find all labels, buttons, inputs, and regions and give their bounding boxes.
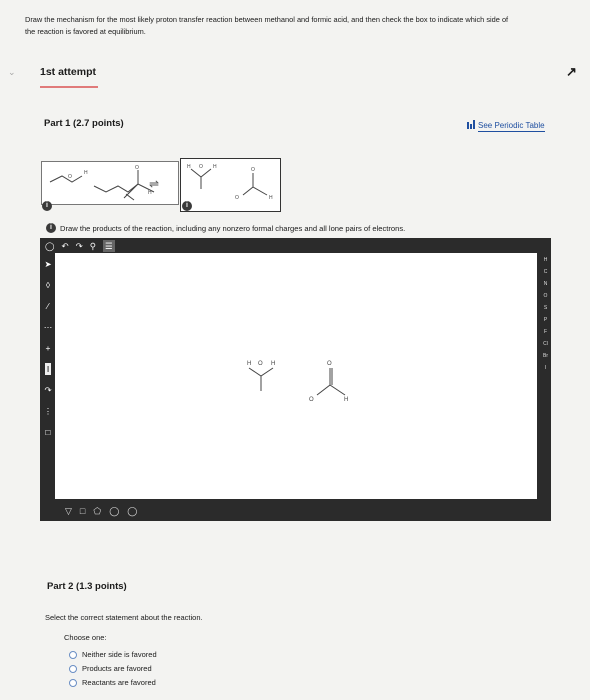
- option-label: Products are favored: [82, 664, 152, 673]
- charge-plus-icon[interactable]: +: [46, 342, 51, 354]
- methanol-h-label-1: H: [247, 361, 251, 367]
- see-periodic-table-link[interactable]: See Periodic Table: [478, 120, 545, 132]
- formate-o-label-2: O: [309, 397, 314, 403]
- option-label: Reactants are favored: [82, 678, 156, 687]
- product-o-label-1: O: [199, 164, 203, 170]
- element-c[interactable]: C: [544, 268, 548, 276]
- products-structure[interactable]: H O H O H O: [180, 158, 281, 212]
- editor-left-toolbar: ➤ ◊ ∕ ⋯ + I ↷ ⋮ □: [42, 258, 54, 438]
- product-o-label-3: O: [251, 167, 255, 173]
- element-p[interactable]: P: [544, 316, 547, 324]
- editor-bottom-toolbar: ▽ □ ⬠ ◯ ◯: [65, 506, 137, 517]
- formate-o-label-1: O: [327, 361, 332, 367]
- attempt-title[interactable]: 1st attempt: [40, 66, 96, 78]
- element-o[interactable]: O: [544, 292, 548, 300]
- info-badge-reactants[interactable]: i: [42, 201, 52, 211]
- periodic-table-icon: [467, 120, 475, 129]
- triangle-icon[interactable]: ▽: [65, 506, 72, 517]
- products-drawing: H O H O H O: [187, 164, 273, 201]
- radio-button[interactable]: [69, 650, 77, 659]
- element-f[interactable]: F: [544, 328, 547, 336]
- attempt-underline: [40, 86, 98, 88]
- choose-one-label: Choose one:: [64, 633, 107, 642]
- part-1-title: Part 1 (2.7 points): [44, 118, 124, 129]
- drawing-instruction: Draw the products of the reaction, inclu…: [60, 224, 406, 233]
- square-icon[interactable]: □: [80, 506, 85, 517]
- curved-arrow-icon[interactable]: ↷: [44, 384, 51, 396]
- collapse-arrow-icon[interactable]: ↗: [566, 64, 577, 80]
- undo-icon[interactable]: ↶: [62, 240, 69, 252]
- editor-top-toolbar: ◯ ↶ ↷ ⚲ ☰: [45, 240, 115, 252]
- methanol-o-label: O: [258, 361, 263, 367]
- product-h-label-1: H: [187, 164, 191, 170]
- product-h-label-3: H: [269, 195, 273, 201]
- element-h[interactable]: H: [544, 256, 548, 264]
- question-prompt-line-2: the reaction is favored at equilibrium.: [25, 27, 146, 36]
- canvas-molecules: H O H O O H: [247, 361, 348, 403]
- pentagon-icon[interactable]: ⬠: [93, 506, 101, 517]
- question-prompt: Draw the mechanism for the most likely p…: [25, 14, 575, 38]
- dash-bond-icon[interactable]: ⋯: [44, 321, 53, 333]
- redo-icon[interactable]: ↷: [76, 240, 83, 252]
- bracket-icon[interactable]: □: [45, 426, 50, 438]
- option-label: Neither side is favored: [82, 650, 157, 659]
- reactant-h-label-1: H: [84, 170, 88, 176]
- option-products[interactable]: Products are favored: [69, 664, 152, 673]
- template-icon[interactable]: ☰: [103, 240, 115, 252]
- option-neither[interactable]: Neither side is favored: [69, 650, 157, 659]
- product-h-label-2: H: [213, 164, 217, 170]
- heptagon-icon[interactable]: ◯: [127, 506, 137, 517]
- hexagon-icon[interactable]: ◯: [109, 506, 119, 517]
- chain-icon[interactable]: I: [44, 363, 52, 375]
- bond-icon[interactable]: ∕: [47, 300, 48, 312]
- reactant-o-label-2: O: [135, 165, 139, 171]
- zoom-icon[interactable]: ⚲: [90, 240, 96, 252]
- part-2-title: Part 2 (1.3 points): [47, 581, 127, 592]
- methanol-h-label-2: H: [271, 361, 275, 367]
- option-reactants[interactable]: Reactants are favored: [69, 678, 156, 687]
- arrow-icon[interactable]: ➤: [44, 258, 51, 270]
- chevron-down-icon[interactable]: ⌄: [8, 67, 16, 78]
- element-s[interactable]: S: [544, 304, 547, 312]
- drawing-canvas[interactable]: H O H O O H: [55, 253, 537, 499]
- element-i[interactable]: I: [545, 364, 546, 372]
- product-o-label-2: O: [235, 195, 239, 201]
- radio-button[interactable]: [69, 664, 77, 673]
- equilibrium-arrows-icon: ⇌: [149, 177, 160, 191]
- reactant-o-label-1: O: [68, 174, 72, 180]
- element-br[interactable]: Br: [543, 352, 548, 360]
- info-icon: i: [46, 223, 56, 233]
- radio-button[interactable]: [69, 678, 77, 687]
- eraser-icon[interactable]: ◊: [46, 279, 50, 291]
- element-cl[interactable]: Cl: [543, 340, 548, 348]
- question-prompt-line-1: Draw the mechanism for the most likely p…: [25, 15, 509, 24]
- ring-icon[interactable]: ◯: [45, 240, 55, 252]
- lone-pair-icon[interactable]: ⋮: [44, 405, 53, 417]
- element-n[interactable]: N: [544, 280, 548, 288]
- element-palette: H C N O S P F Cl Br I: [540, 256, 551, 372]
- info-badge-products[interactable]: i: [182, 201, 192, 211]
- formate-h-label: H: [344, 397, 348, 403]
- part-2-question: Select the correct statement about the r…: [45, 613, 203, 622]
